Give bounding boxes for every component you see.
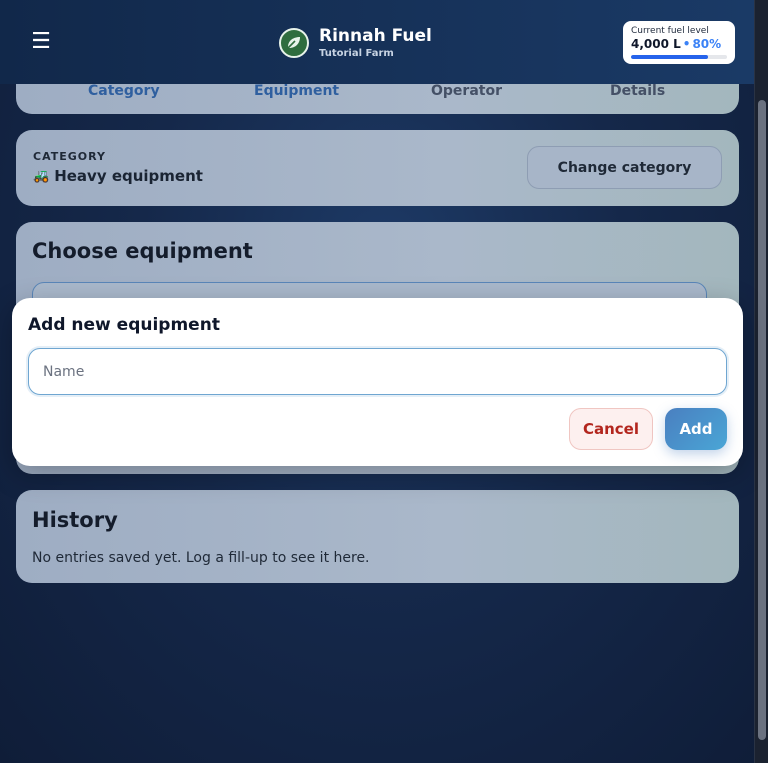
step-category[interactable]: Category <box>88 82 160 100</box>
equipment-name-input[interactable] <box>28 348 727 395</box>
history-card: History No entries saved yet. Log a fill… <box>16 490 739 583</box>
fuel-progress-bar <box>631 55 727 59</box>
category-name: Heavy equipment <box>54 167 203 185</box>
add-equipment-dialog: Add new equipment Cancel Add <box>12 298 743 466</box>
cancel-button[interactable]: Cancel <box>569 408 653 450</box>
fuel-progress-fill <box>631 55 708 59</box>
add-button[interactable]: Add <box>665 408 727 450</box>
step-equipment[interactable]: Equipment <box>254 82 339 100</box>
fuel-liters: 4,000 L <box>631 37 681 51</box>
leaf-logo-icon <box>279 28 309 58</box>
change-category-button[interactable]: Change category <box>527 146 722 189</box>
scrollbar-thumb[interactable] <box>758 100 766 740</box>
dialog-title: Add new equipment <box>28 315 220 335</box>
history-empty-text: No entries saved yet. Log a fill-up to s… <box>32 550 370 566</box>
category-caption: CATEGORY <box>33 150 106 163</box>
fuel-separator: • <box>682 37 691 51</box>
fuel-percent: 80% <box>692 37 722 51</box>
step-details[interactable]: Details <box>610 82 665 100</box>
history-title: History <box>32 508 118 532</box>
choose-equipment-title: Choose equipment <box>32 239 253 263</box>
tractor-icon: 🚜 <box>33 168 50 184</box>
category-value: 🚜 Heavy equipment <box>33 167 203 185</box>
selected-category-card: CATEGORY 🚜 Heavy equipment Change catego… <box>16 130 739 206</box>
fuel-level-values: 4,000 L • 80% <box>631 37 727 52</box>
fuel-level-label: Current fuel level <box>631 26 709 36</box>
hamburger-icon[interactable]: ☰ <box>30 30 52 54</box>
fuel-level-card[interactable]: Current fuel level 4,000 L • 80% <box>623 21 735 64</box>
app-header: ☰ Rinnah Fuel Tutorial Farm Current fuel… <box>0 0 754 84</box>
brand: Rinnah Fuel Tutorial Farm <box>279 26 432 60</box>
step-operator[interactable]: Operator <box>431 82 502 100</box>
scrollbar[interactable] <box>754 0 768 763</box>
app-title: Rinnah Fuel <box>319 26 432 46</box>
farm-name: Tutorial Farm <box>319 48 394 59</box>
